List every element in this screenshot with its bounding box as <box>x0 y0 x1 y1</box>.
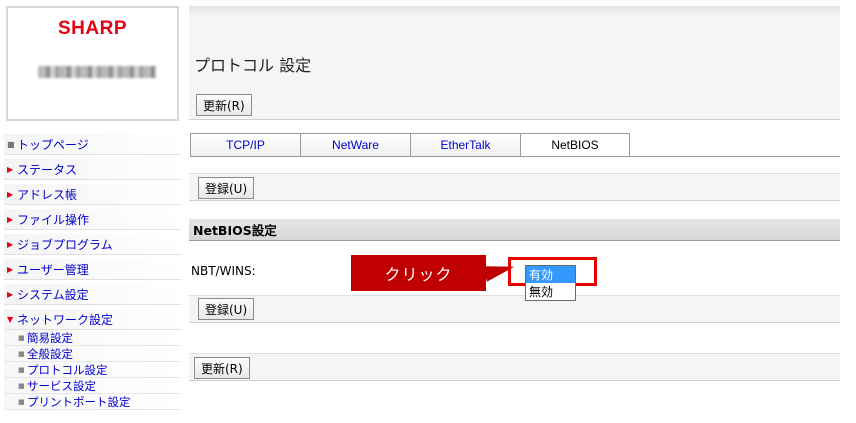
sidebar-item-top-page[interactable]: ■ トップページ <box>4 134 181 155</box>
tab-netware[interactable]: NetWare <box>300 133 410 157</box>
sidebar-item-job-program[interactable]: ▶ ジョブプログラム <box>4 234 181 255</box>
section-title: NetBIOS設定 <box>189 219 840 241</box>
nbt-wins-dropdown[interactable]: 有効 無効 <box>525 265 576 301</box>
blurred-model-name <box>38 66 156 78</box>
square-bullet-icon: ■ <box>7 139 15 149</box>
register-button-top[interactable]: 登録(U) <box>198 177 255 199</box>
sidebar-item-label: システム設定 <box>17 287 89 302</box>
triangle-right-icon: ▶ <box>7 289 14 299</box>
sidebar-subitem-label: 全般設定 <box>27 346 73 361</box>
refresh-button-top[interactable]: 更新(R) <box>196 94 252 116</box>
square-bullet-icon: ■ <box>18 333 25 342</box>
sidebar-item-label: ジョブプログラム <box>17 237 113 252</box>
tab-divider <box>190 156 840 157</box>
triangle-right-icon: ▶ <box>7 214 14 224</box>
triangle-right-icon: ▶ <box>7 239 14 249</box>
square-bullet-icon: ■ <box>18 381 25 390</box>
nbt-wins-label: NBT/WINS: <box>191 264 256 278</box>
triangle-right-icon: ▶ <box>7 189 14 199</box>
sidebar-subitem-label: サービス設定 <box>27 378 96 393</box>
sidebar-item-status[interactable]: ▶ ステータス <box>4 159 181 180</box>
page-title: プロトコル 設定 <box>194 56 312 75</box>
sidebar-item-network-settings[interactable]: ▼ ネットワーク設定 <box>4 309 181 330</box>
square-bullet-icon: ■ <box>18 397 25 406</box>
sidebar-subitem-protocol-settings[interactable]: ■ プロトコル設定 <box>4 362 181 378</box>
sidebar-subitem-label: プロトコル設定 <box>27 362 108 377</box>
tab-tcpip[interactable]: TCP/IP <box>190 133 300 157</box>
sharp-logo: SHARP <box>57 18 127 39</box>
sidebar-item-label: ネットワーク設定 <box>17 312 114 327</box>
square-bullet-icon: ■ <box>18 365 25 374</box>
sidebar-subitem-label: 簡易設定 <box>27 330 73 345</box>
triangle-down-icon: ▼ <box>7 314 14 324</box>
sidebar-subitem-general-settings[interactable]: ■ 全般設定 <box>4 346 181 362</box>
dropdown-option-disabled[interactable]: 無効 <box>526 283 575 300</box>
sidebar-item-user-management[interactable]: ▶ ユーザー管理 <box>4 259 181 280</box>
logo-box: SHARP <box>6 6 179 121</box>
triangle-right-icon: ▶ <box>7 264 14 274</box>
sidebar-subitem-print-port-settings[interactable]: ■ プリントポート設定 <box>4 394 181 410</box>
click-callout: クリック <box>351 255 486 291</box>
page-header: プロトコル 設定 更新(R) <box>189 6 840 120</box>
sidebar-item-system-settings[interactable]: ▶ システム設定 <box>4 284 181 305</box>
square-bullet-icon: ■ <box>18 349 25 358</box>
sidebar-subitem-quick-settings[interactable]: ■ 簡易設定 <box>4 330 181 346</box>
refresh-button-bottom[interactable]: 更新(R) <box>194 357 250 379</box>
protocol-tabs: TCP/IP NetWare EtherTalk NetBIOS <box>190 133 630 157</box>
sidebar-item-label: トップページ <box>17 137 89 152</box>
tab-ethertalk[interactable]: EtherTalk <box>410 133 520 157</box>
sidebar-item-label: ユーザー管理 <box>17 262 89 277</box>
sidebar: ■ トップページ ▶ ステータス ▶ アドレス帳 ▶ ファイル操作 ▶ ジョブプ… <box>4 134 181 410</box>
sidebar-item-address-book[interactable]: ▶ アドレス帳 <box>4 184 181 205</box>
register-bar-top: 登録(U) <box>189 173 840 201</box>
sidebar-item-label: アドレス帳 <box>17 187 78 202</box>
refresh-bar-bottom: 更新(R) <box>189 353 840 381</box>
register-button-bottom[interactable]: 登録(U) <box>198 298 255 320</box>
dropdown-option-enabled[interactable]: 有効 <box>526 266 575 283</box>
sidebar-item-file-operations[interactable]: ▶ ファイル操作 <box>4 209 181 230</box>
triangle-right-icon: ▶ <box>7 164 14 174</box>
register-bar-bottom: 登録(U) <box>189 295 840 323</box>
sidebar-item-label: ファイル操作 <box>17 212 90 227</box>
sidebar-subitem-label: プリントポート設定 <box>27 394 131 409</box>
tab-netbios[interactable]: NetBIOS <box>520 133 630 157</box>
sidebar-item-label: ステータス <box>17 162 78 177</box>
sidebar-subitem-service-settings[interactable]: ■ サービス設定 <box>4 378 181 394</box>
